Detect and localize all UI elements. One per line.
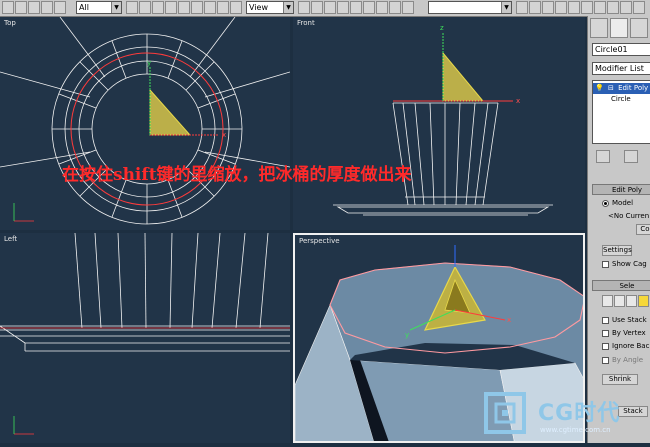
viewport-front[interactable]: Front x z [293, 17, 585, 230]
select-object-icon[interactable] [41, 1, 53, 14]
subobject-buttons [602, 295, 650, 309]
viewport-top[interactable]: Top x y [0, 17, 290, 230]
watermark: CG时代 www.cgtime.com.cn [478, 388, 650, 443]
render-type-icon[interactable] [607, 1, 619, 14]
by-vertex-checkbox[interactable] [602, 330, 609, 337]
rotate-icon[interactable] [165, 1, 177, 14]
pin-stack-icon[interactable] [596, 150, 610, 163]
curve-editor-icon[interactable] [402, 1, 414, 14]
render-production-icon[interactable] [633, 1, 645, 14]
no-current-label: <No Curren [608, 212, 650, 220]
mode-model-label: Model [612, 199, 634, 207]
mirror-tool-icon[interactable] [516, 1, 528, 14]
select-by-name-icon[interactable] [54, 1, 66, 14]
use-stack-label: Use Stack [612, 316, 647, 324]
scale-icon[interactable] [178, 1, 190, 14]
rollout-edit-poly[interactable]: Edit Poly [592, 184, 650, 195]
stack-buttons [592, 150, 650, 164]
use-stack-checkbox[interactable] [602, 317, 609, 324]
settings-button[interactable]: Settings [602, 245, 632, 256]
main-toolbar: All ▼ View ▼ ▼ [0, 0, 650, 17]
mirror-icon[interactable] [363, 1, 375, 14]
expand-icon[interactable]: ⊟ [608, 84, 614, 92]
svg-text:y: y [405, 331, 409, 339]
manipulate-icon[interactable] [311, 1, 323, 14]
vertex-mode-icon[interactable] [602, 295, 613, 307]
top-view-wireframe: x y [0, 17, 290, 225]
window-crossing-icon[interactable] [139, 1, 151, 14]
snap-toggle-icon[interactable] [217, 1, 229, 14]
modifier-list-dropdown[interactable]: Modifier List [592, 62, 650, 75]
tutorial-caption: 在按住shift键的里缩放，把冰桶的厚度做出来 [62, 165, 412, 185]
show-end-result-icon[interactable] [624, 150, 638, 163]
bind-spacewarp-icon[interactable] [28, 1, 40, 14]
select-region-icon[interactable] [126, 1, 138, 14]
viewport-label-perspective[interactable]: Perspective [299, 237, 340, 245]
ignore-back-label: Ignore Bac [612, 342, 650, 350]
left-view-wireframe [0, 233, 290, 435]
show-cage-label: Show Cag [612, 260, 647, 268]
selection-filter-select[interactable]: All ▼ [76, 1, 122, 14]
move-icon[interactable] [152, 1, 164, 14]
stack-item-edit-poly[interactable]: 💡 ⊟ Edit Poly [593, 83, 650, 94]
command-panel: Circle01 Modifier List 💡 ⊟ Edit Poly Cir… [587, 16, 650, 443]
cgtime-logo-icon [484, 392, 526, 434]
stack-item-circle[interactable]: Circle [611, 95, 631, 103]
by-angle-label: By Angle [612, 356, 644, 364]
by-vertex-label: By Vertex [612, 329, 646, 337]
edge-mode-icon[interactable] [614, 295, 625, 307]
svg-text:x: x [516, 97, 520, 105]
select-link-icon[interactable] [2, 1, 14, 14]
command-tabs [590, 18, 650, 40]
reference-coordinate-select[interactable]: View ▼ [246, 1, 294, 14]
material-editor-icon[interactable] [555, 1, 567, 14]
spinner-snap-icon[interactable] [337, 1, 349, 14]
mode-model-radio[interactable] [602, 200, 609, 207]
svg-text:x: x [507, 316, 511, 324]
tab-hierarchy-icon[interactable] [630, 18, 648, 38]
watermark-brand: CG时代 [538, 401, 621, 426]
keyboard-shortcut-icon[interactable] [204, 1, 216, 14]
object-name-field[interactable]: Circle01 [592, 43, 650, 56]
render-setup-icon[interactable] [568, 1, 580, 14]
tab-create-icon[interactable] [590, 18, 608, 38]
select-manipulate-icon[interactable] [191, 1, 203, 14]
named-selection-sets-select[interactable]: ▼ [428, 1, 512, 14]
polygon-mode-icon[interactable] [638, 295, 649, 307]
align-icon[interactable] [376, 1, 388, 14]
viewport-label-front[interactable]: Front [297, 19, 315, 27]
border-mode-icon[interactable] [626, 295, 637, 307]
viewport-label-left[interactable]: Left [4, 235, 17, 243]
render-last-icon[interactable] [620, 1, 632, 14]
rollout-selection[interactable]: Sele [592, 280, 650, 291]
unlink-icon[interactable] [15, 1, 27, 14]
tab-modify-icon[interactable] [610, 18, 628, 38]
viewport-left[interactable]: Left [0, 233, 290, 443]
modifier-stack[interactable]: 💡 ⊟ Edit Poly Circle [592, 80, 650, 144]
named-selection-icon[interactable] [350, 1, 362, 14]
svg-text:x: x [222, 131, 226, 139]
lightbulb-icon[interactable]: 💡 [595, 84, 604, 92]
angle-snap-icon[interactable] [230, 1, 242, 14]
commit-button[interactable]: Co [636, 224, 650, 235]
watermark-site: www.cgtime.com.cn [540, 426, 611, 434]
by-angle-checkbox[interactable] [602, 357, 609, 364]
layer-manager-icon[interactable] [389, 1, 401, 14]
svg-text:z: z [440, 24, 444, 32]
front-view-wireframe: x z [333, 24, 553, 216]
show-cage-checkbox[interactable] [602, 261, 609, 268]
render-frame-icon[interactable] [581, 1, 593, 14]
align-tool-icon[interactable] [529, 1, 541, 14]
quick-render-icon[interactable] [594, 1, 606, 14]
percent-snap-icon[interactable] [324, 1, 336, 14]
pivot-center-icon[interactable] [298, 1, 310, 14]
ignore-back-checkbox[interactable] [602, 343, 609, 350]
viewport-label-top[interactable]: Top [4, 19, 16, 27]
schematic-view-icon[interactable] [542, 1, 554, 14]
shrink-button[interactable]: Shrink [602, 374, 638, 385]
svg-text:y: y [147, 59, 151, 67]
